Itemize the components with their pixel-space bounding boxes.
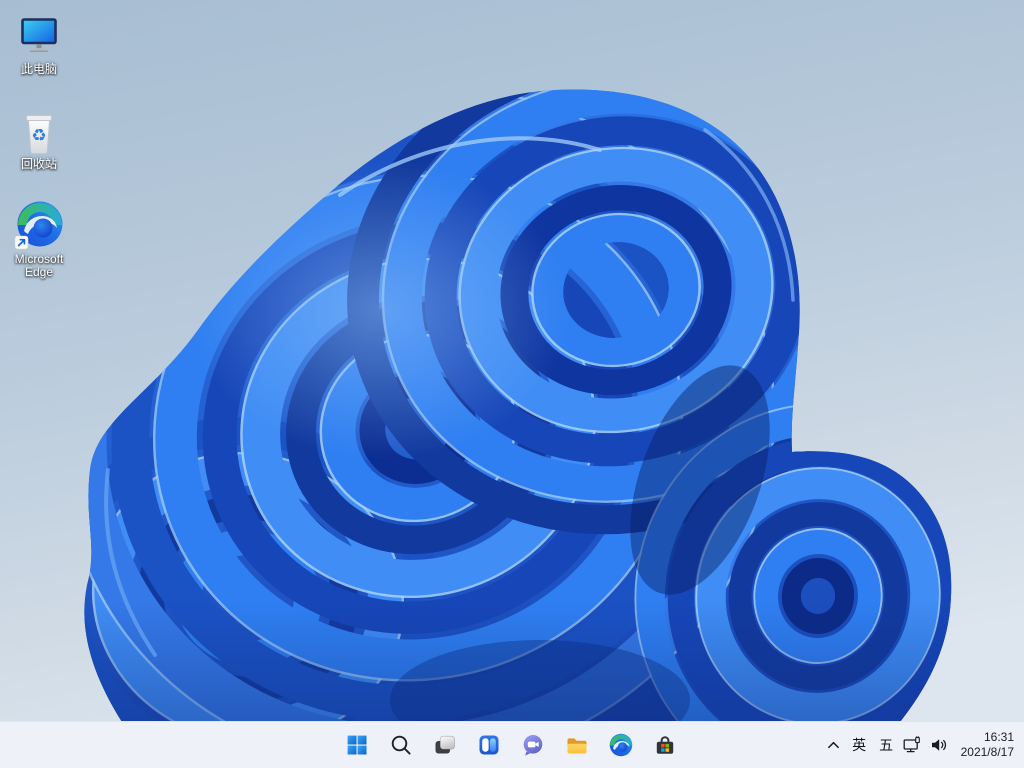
desktop-wallpaper <box>0 0 1024 768</box>
network-button[interactable] <box>900 725 926 765</box>
desktop-icon-label: 回收站 <box>20 157 57 171</box>
desktop-icon-column: 此电脑 ♻ 回收站 Microsoft Edge <box>2 10 76 281</box>
clock-date: 2021/8/17 <box>960 745 1014 759</box>
task-view-button[interactable] <box>427 725 463 765</box>
desktop-icon-microsoft-edge[interactable]: Microsoft Edge <box>2 200 76 281</box>
file-explorer-icon <box>567 738 587 754</box>
edge-icon <box>609 733 633 757</box>
chat-button[interactable] <box>515 725 551 765</box>
task-view-icon <box>435 735 455 754</box>
taskbar: 英 五 16:31 2021/8/17 <box>0 721 1024 768</box>
clock[interactable]: 16:31 2021/8/17 <box>952 725 1014 765</box>
volume-button[interactable] <box>926 725 952 765</box>
windows-start-icon <box>347 735 367 755</box>
shortcut-arrow-badge <box>14 235 29 250</box>
desktop-icon-label: 此电脑 <box>20 62 57 76</box>
this-pc-icon <box>17 10 61 60</box>
search-button[interactable] <box>383 725 419 765</box>
chat-icon <box>523 735 543 756</box>
show-hidden-icons-button[interactable] <box>822 725 846 765</box>
desktop-icon-this-pc[interactable]: 此电脑 <box>2 10 76 91</box>
microsoft-store-button[interactable] <box>647 725 683 765</box>
file-explorer-button[interactable] <box>559 725 595 765</box>
taskbar-center-buttons <box>339 725 683 765</box>
desktop-icon-label: Microsoft Edge <box>14 252 64 279</box>
microsoft-store-icon <box>656 736 674 754</box>
widgets-icon <box>479 735 499 755</box>
ime-mode-indicator[interactable]: 五 <box>873 725 900 765</box>
system-tray: 英 五 16:31 2021/8/17 <box>822 722 1024 768</box>
chevron-up-icon <box>828 741 840 748</box>
start-button[interactable] <box>339 725 375 765</box>
speaker-icon <box>931 739 946 751</box>
windows-11-desktop: 此电脑 ♻ 回收站 Microsoft Edge 英 五 16:31 2021/… <box>0 0 1024 768</box>
search-icon <box>391 735 411 755</box>
clock-time: 16:31 <box>983 730 1014 744</box>
recycle-bin-icon: ♻ <box>17 105 61 155</box>
ethernet-network-icon <box>903 736 920 753</box>
svg-text:♻: ♻ <box>31 126 46 146</box>
widgets-button[interactable] <box>471 725 507 765</box>
ime-language-indicator[interactable]: 英 <box>846 725 873 765</box>
edge-desktop-icon <box>14 200 64 250</box>
desktop-icon-recycle-bin[interactable]: ♻ 回收站 <box>2 105 76 186</box>
edge-button[interactable] <box>603 725 639 765</box>
